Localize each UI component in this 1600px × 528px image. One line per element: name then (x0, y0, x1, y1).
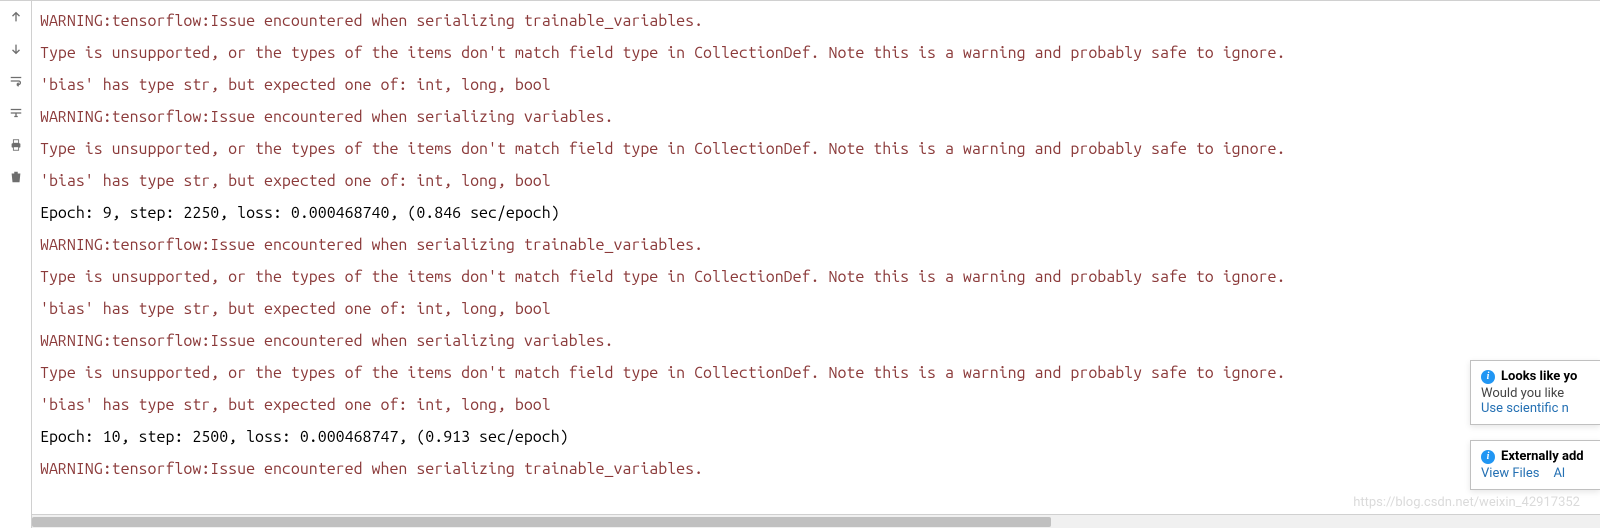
horizontal-scrollbar[interactable] (32, 514, 1600, 528)
console-line: Type is unsupported, or the types of the… (40, 133, 1592, 165)
scroll-thumb[interactable] (32, 517, 1051, 527)
console-line: 'bias' has type str, but expected one of… (40, 165, 1592, 197)
always-link[interactable]: Al (1553, 466, 1565, 481)
info-icon: i (1481, 450, 1495, 464)
notification-body: Would you like (1481, 386, 1590, 401)
soft-wrap-icon[interactable] (6, 71, 26, 91)
console-line: 'bias' has type str, but expected one of… (40, 69, 1592, 101)
info-icon: i (1481, 370, 1495, 384)
console-line: Type is unsupported, or the types of the… (40, 261, 1592, 293)
console-line: Type is unsupported, or the types of the… (40, 37, 1592, 69)
console-gutter (0, 1, 32, 528)
print-icon[interactable] (6, 135, 26, 155)
scroll-up-icon[interactable] (6, 7, 26, 27)
console-line: 'bias' has type str, but expected one of… (40, 293, 1592, 325)
notification-title: Externally add (1501, 449, 1584, 464)
console-line: WARNING:tensorflow:Issue encountered whe… (40, 229, 1592, 261)
console-line: WARNING:tensorflow:Issue encountered whe… (40, 325, 1592, 357)
console-line: WARNING:tensorflow:Issue encountered whe… (40, 5, 1592, 37)
console-line: Epoch: 9, step: 2250, loss: 0.000468740,… (40, 197, 1592, 229)
scroll-to-stack-icon[interactable] (6, 103, 26, 123)
console-output[interactable]: WARNING:tensorflow:Issue encountered whe… (32, 1, 1600, 528)
console-line: 'bias' has type str, but expected one of… (40, 389, 1592, 421)
main-container: WARNING:tensorflow:Issue encountered whe… (0, 0, 1600, 528)
notification-title: Looks like yo (1501, 369, 1577, 384)
notification-external-files: i Externally add View Files Al (1470, 440, 1600, 490)
console-line: Type is unsupported, or the types of the… (40, 357, 1592, 389)
trash-icon[interactable] (6, 167, 26, 187)
notification-link[interactable]: Use scientific n (1481, 401, 1590, 416)
console-line: WARNING:tensorflow:Issue encountered whe… (40, 453, 1592, 485)
scroll-down-icon[interactable] (6, 39, 26, 59)
view-files-link[interactable]: View Files (1481, 466, 1539, 481)
console-line: Epoch: 10, step: 2500, loss: 0.000468747… (40, 421, 1592, 453)
notification-scientific-mode: i Looks like yo Would you like Use scien… (1470, 360, 1600, 425)
console-line: WARNING:tensorflow:Issue encountered whe… (40, 101, 1592, 133)
